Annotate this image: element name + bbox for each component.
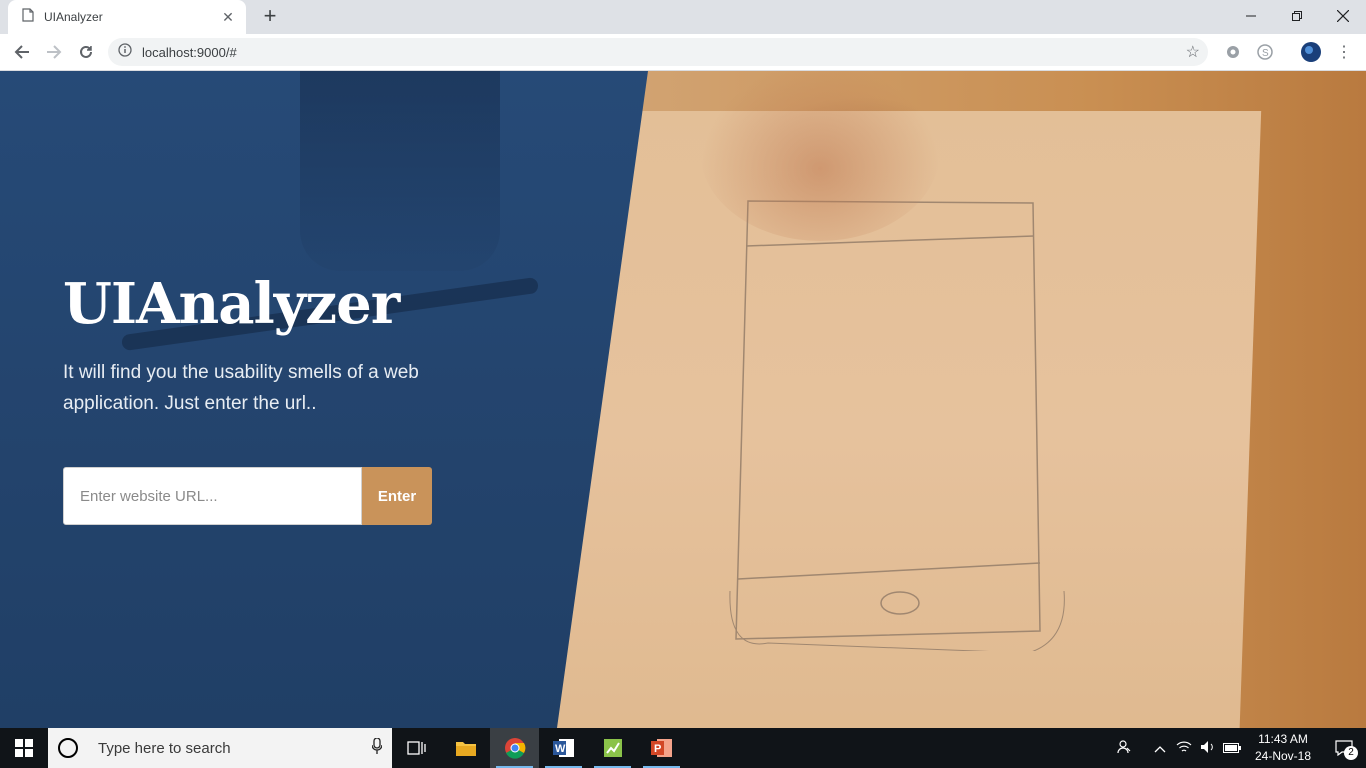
- windows-taskbar: Type here to search W P 11:43 AM 24-Nov-…: [0, 728, 1366, 768]
- close-window-button[interactable]: [1320, 0, 1366, 32]
- profile-avatar[interactable]: [1301, 42, 1321, 62]
- svg-text:W: W: [555, 743, 566, 755]
- clock-date: 24-Nov-18: [1254, 749, 1312, 763]
- powerpoint-icon[interactable]: P: [637, 728, 686, 768]
- people-icon[interactable]: [1112, 739, 1136, 758]
- info-icon[interactable]: [118, 42, 132, 62]
- volume-icon[interactable]: [1196, 740, 1220, 757]
- file-explorer-icon[interactable]: [441, 728, 490, 768]
- page-title: UIAnalyzer: [63, 271, 400, 337]
- task-view-icon[interactable]: [392, 728, 441, 768]
- url-text: localhost:9000/#: [142, 44, 237, 60]
- page-subtitle: It will find you the usability smells of…: [63, 362, 419, 414]
- microphone-icon[interactable]: [362, 736, 392, 759]
- bookmark-star-icon[interactable]: ☆: [1186, 42, 1200, 62]
- system-clock[interactable]: 11:43 AM 24-Nov-18: [1244, 731, 1322, 765]
- notification-badge: 2: [1344, 746, 1358, 760]
- windows-start-icon[interactable]: [0, 728, 48, 768]
- clock-time: 11:43 AM: [1258, 732, 1308, 746]
- svg-text:P: P: [654, 743, 661, 755]
- restore-button[interactable]: [1274, 0, 1320, 32]
- website-url-input[interactable]: [63, 467, 362, 525]
- page-content: UIAnalyzer It will find you the usabilit…: [0, 71, 1366, 728]
- project-icon[interactable]: [588, 728, 637, 768]
- forward-arrow-icon[interactable]: [42, 40, 66, 64]
- close-tab-icon[interactable]: ✕: [220, 9, 236, 26]
- hero-text: UIAnalyzer It will find you the usabilit…: [63, 271, 443, 419]
- browser-tab[interactable]: UIAnalyzer ✕: [8, 0, 246, 34]
- page-icon: [22, 7, 34, 27]
- tab-title: UIAnalyzer: [44, 10, 103, 24]
- reload-icon[interactable]: [74, 40, 98, 64]
- enter-button[interactable]: Enter: [362, 467, 432, 525]
- system-tray: 11:43 AM 24-Nov-18 2: [1112, 728, 1366, 768]
- svg-text:S: S: [1262, 48, 1269, 59]
- url-form: Enter: [63, 467, 432, 525]
- cortana-icon: [58, 738, 78, 758]
- minimize-button[interactable]: [1228, 0, 1274, 32]
- phone-sketch-drawing: [729, 200, 1065, 651]
- taskbar-search-box[interactable]: Type here to search: [48, 728, 392, 768]
- address-bar[interactable]: localhost:9000/# ☆: [108, 38, 1208, 66]
- chevron-up-icon[interactable]: [1148, 741, 1172, 756]
- back-arrow-icon[interactable]: [10, 40, 34, 64]
- menu-kebab-icon[interactable]: ⋮: [1334, 42, 1354, 62]
- browser-toolbar: localhost:9000/# ☆ S ⋮: [0, 34, 1366, 71]
- glass-silhouette: [300, 71, 500, 271]
- new-tab-button[interactable]: +: [258, 5, 282, 29]
- browser-tabbar: UIAnalyzer ✕ +: [0, 0, 1366, 34]
- wifi-icon[interactable]: [1172, 740, 1196, 757]
- skype-icon[interactable]: S: [1255, 42, 1275, 62]
- search-placeholder: Type here to search: [98, 739, 231, 757]
- word-icon[interactable]: W: [539, 728, 588, 768]
- notification-center-icon[interactable]: 2: [1322, 728, 1366, 768]
- extension-icon[interactable]: [1223, 42, 1243, 62]
- battery-icon[interactable]: [1220, 741, 1244, 756]
- chrome-icon[interactable]: [490, 728, 539, 768]
